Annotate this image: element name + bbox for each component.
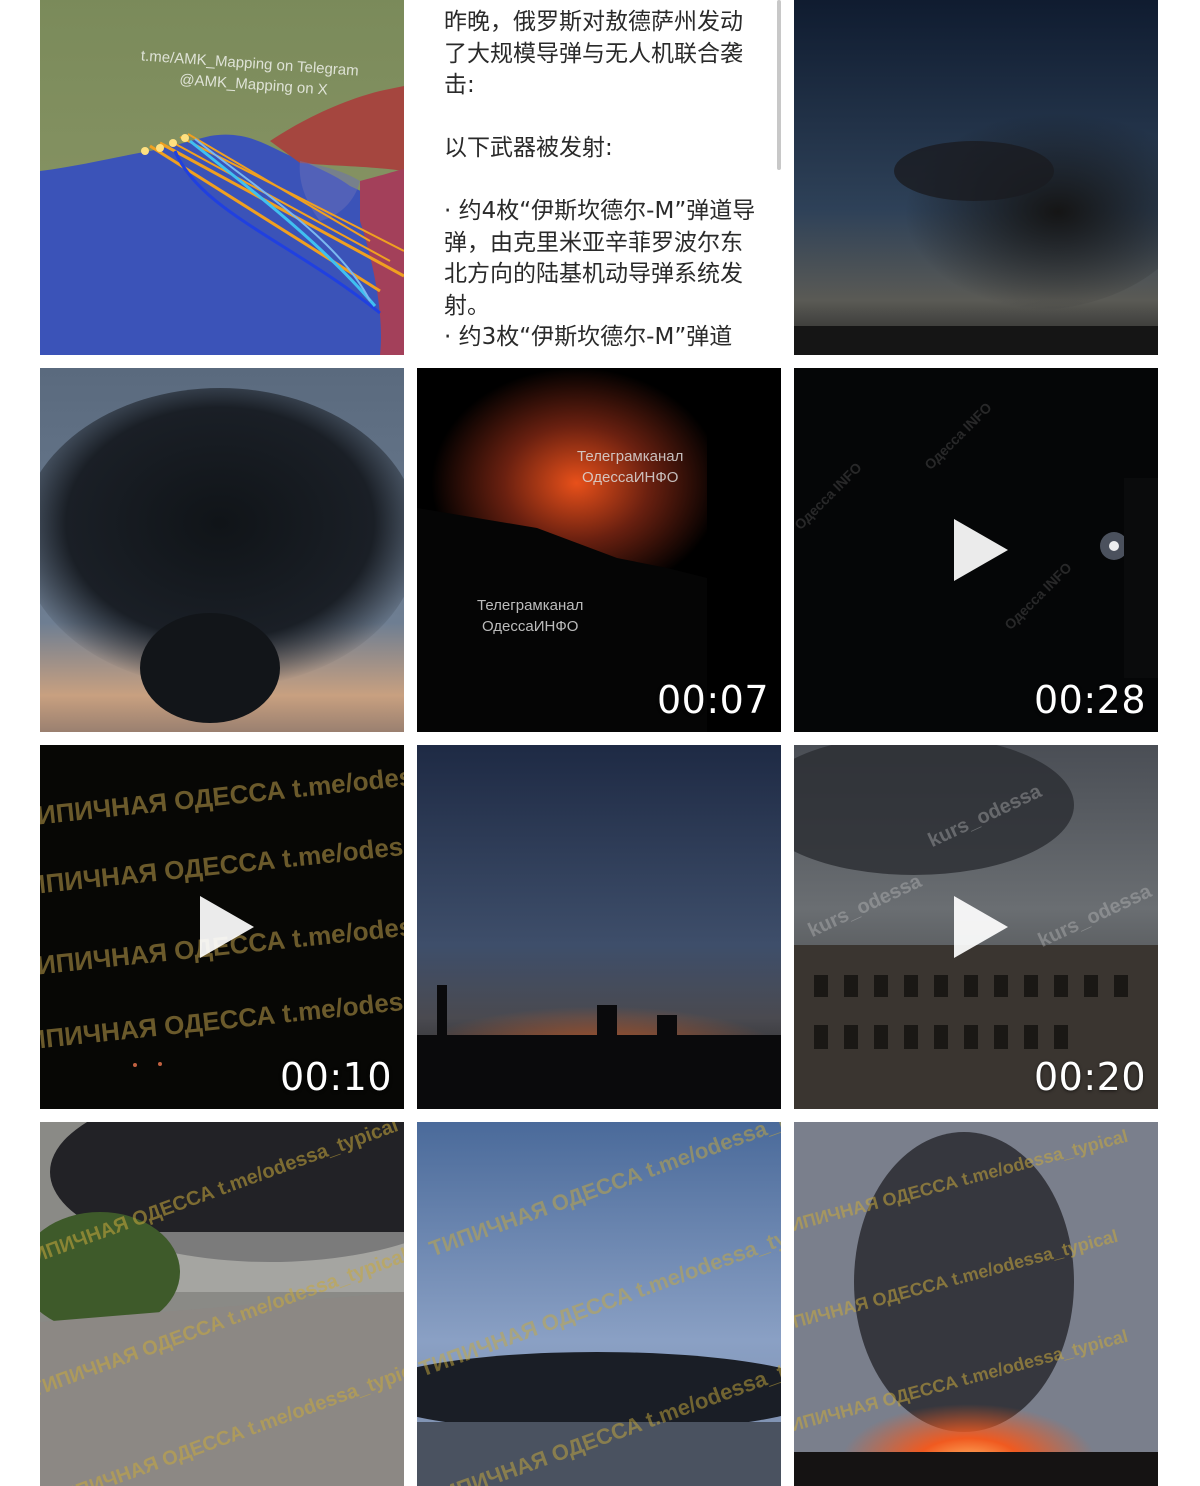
text-scrollbar[interactable] bbox=[777, 0, 781, 170]
watermark-line: Телеграмканал bbox=[477, 597, 584, 614]
video-duration: 00:07 bbox=[656, 678, 769, 722]
post-text-card[interactable]: 昨晚，俄罗斯对敖德萨州发动了大规模导弹与无人机联合袭击: 以下武器被发射: · … bbox=[417, 0, 781, 355]
smoke-cloud-image bbox=[40, 368, 404, 732]
photo-tile-sky-smoke[interactable]: ТИПИЧНАЯ ОДЕССА t.me/odessa_typical ТИПИ… bbox=[417, 1122, 781, 1486]
video-tile-night-dark[interactable]: Одесса INFO Одесса INFO Одесса INFO 00:2… bbox=[794, 368, 1158, 732]
video-tile-typical-dark[interactable]: ТИПИЧНАЯ ОДЕССА t.me/odessa_typical ТИПИ… bbox=[40, 745, 404, 1109]
video-tile-fire-night[interactable]: Телеграмканал ОдессаИНФО Телеграмканал О… bbox=[417, 368, 781, 732]
photo-tile-road-smoke[interactable]: ТИПИЧНАЯ ОДЕССА t.me/odessa_typical ТИПИ… bbox=[40, 1122, 404, 1486]
smoke-dusk-image bbox=[794, 0, 1158, 355]
play-icon[interactable] bbox=[954, 519, 1008, 581]
photo-tile-smoke-cloud[interactable] bbox=[40, 368, 404, 732]
video-duration: 00:28 bbox=[1033, 678, 1146, 722]
photo-tile-map[interactable]: t.me/AMK_Mapping on Telegram @AMK_Mappin… bbox=[40, 0, 404, 355]
play-icon[interactable] bbox=[200, 896, 254, 958]
photo-tile-fire-ground[interactable]: ТИПИЧНАЯ ОДЕССА t.me/odessa_typical ТИПИ… bbox=[794, 1122, 1158, 1486]
play-icon[interactable] bbox=[954, 896, 1008, 958]
watermark-line: Телеграмканал bbox=[577, 448, 684, 465]
city-glow-image bbox=[417, 745, 781, 1109]
watermark-line: ОдессаИНФО bbox=[481, 618, 579, 635]
video-duration: 00:20 bbox=[1033, 1055, 1146, 1099]
post-paragraph: 昨晚，俄罗斯对敖德萨州发动了大规模导弹与无人机联合袭击: bbox=[444, 9, 743, 98]
watermark-line: ОдессаИНФО bbox=[581, 469, 679, 486]
fire-watermark-bottom: Телеграмканал ОдессаИНФО bbox=[477, 595, 583, 637]
post-paragraph: · 约3枚“伊斯坎德尔-M”弹道 bbox=[444, 324, 733, 350]
fire-watermark-top: Телеграмканал ОдессаИНФО bbox=[577, 446, 683, 488]
video-tile-building-smoke[interactable]: kurs_odessa kurs_odessa kurs_odessa 00:2… bbox=[794, 745, 1158, 1109]
photo-tile-smoke-dusk[interactable] bbox=[794, 0, 1158, 355]
post-paragraph: 以下武器被发射: bbox=[444, 135, 613, 161]
post-paragraph: · 约4枚“伊斯坎德尔-M”弹道导弹，由克里米亚辛菲罗波尔东北方向的陆基机动导弹… bbox=[444, 198, 756, 319]
post-text: 昨晚，俄罗斯对敖德萨州发动了大规模导弹与无人机联合袭击: 以下武器被发射: · … bbox=[444, 7, 759, 354]
photo-tile-city-glow[interactable] bbox=[417, 745, 781, 1109]
video-duration: 00:10 bbox=[279, 1055, 392, 1099]
